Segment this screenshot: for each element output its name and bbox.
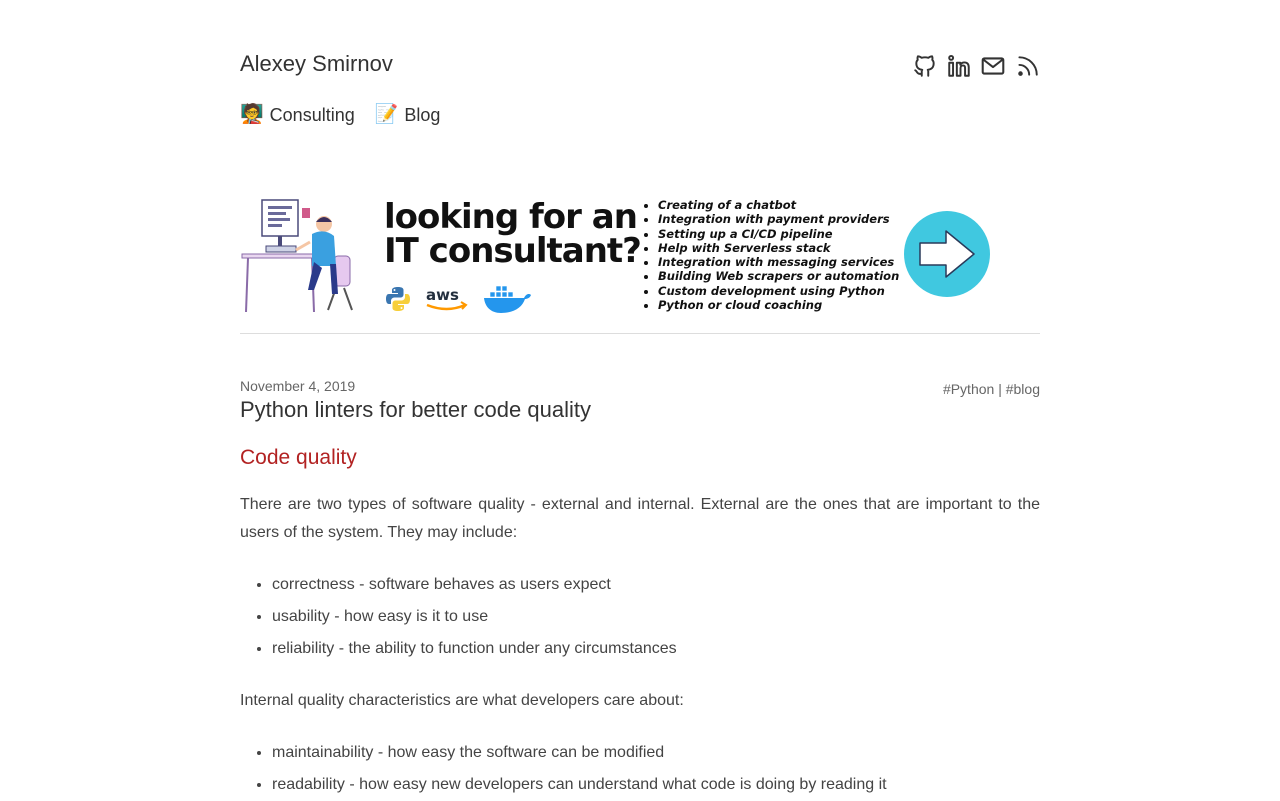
github-link[interactable] [912, 53, 938, 81]
aws-logo-icon: aws [424, 285, 470, 313]
banner-headline-line1: looking for an [384, 197, 638, 237]
banner-services-list: Creating of a chatbot Integration with p… [646, 198, 899, 312]
developer-illustration [240, 192, 365, 317]
aws-logo-text: aws [426, 286, 459, 304]
email-link[interactable] [980, 53, 1006, 81]
site-title[interactable]: Alexey Smirnov [240, 50, 393, 78]
list-item: usability - how easy is it to use [272, 601, 677, 633]
memo-emoji-icon: 📝 [374, 104, 399, 125]
nav-blog-label: Blog [404, 105, 441, 125]
banner-divider [240, 333, 1040, 334]
tech-logos: aws [384, 284, 532, 314]
mail-icon [980, 53, 1006, 79]
banner-headline-line2: IT consultant? [384, 231, 642, 271]
service-item: Integration with messaging services [658, 255, 899, 269]
nav-consulting[interactable]: 🧑‍🏫 Consulting [240, 103, 355, 127]
nav-consulting-label: Consulting [269, 105, 355, 125]
social-links [912, 53, 1040, 81]
internal-quality-list: maintainability - how easy the software … [240, 737, 887, 801]
docker-logo-icon [482, 284, 532, 314]
paragraph-internal: Internal quality characteristics are wha… [240, 692, 684, 709]
banner-arrow-button[interactable] [904, 211, 990, 297]
external-quality-list: correctness - software behaves as users … [240, 569, 677, 665]
service-item: Creating of a chatbot [658, 198, 899, 212]
list-item: maintainability - how easy the software … [272, 737, 887, 769]
section-heading: Code quality [240, 446, 357, 469]
list-item: correctness - software behaves as users … [272, 569, 677, 601]
service-item: Setting up a CI/CD pipeline [658, 227, 899, 241]
paragraph-intro: There are two types of software quality … [240, 496, 1040, 541]
list-item: reliability - the ability to function un… [272, 633, 677, 665]
github-icon [912, 53, 938, 79]
rss-link[interactable] [1014, 53, 1040, 81]
banner-headline: looking for an IT consultant? [384, 197, 642, 271]
tag-blog[interactable]: #blog [1006, 381, 1040, 397]
post-tags: #Python | #blog [943, 381, 1040, 397]
service-item: Python or cloud coaching [658, 298, 899, 312]
main-nav: 🧑‍🏫 Consulting 📝 Blog [240, 103, 440, 127]
teacher-emoji-icon: 🧑‍🏫 [240, 104, 264, 125]
post-title: Python linters for better code quality [240, 397, 591, 422]
consulting-banner[interactable]: looking for an IT consultant? aws • Crea… [240, 188, 1040, 320]
tag-python[interactable]: #Python [943, 381, 994, 397]
service-item: Building Web scrapers or automation [658, 269, 899, 283]
service-item: Help with Serverless stack [658, 241, 899, 255]
tag-separator: | [998, 381, 1002, 397]
nav-blog[interactable]: 📝 Blog [375, 103, 441, 127]
rss-icon [1014, 53, 1040, 79]
python-logo-icon [384, 285, 412, 313]
linkedin-icon [946, 53, 972, 79]
service-item: Integration with payment providers [658, 212, 899, 226]
service-item: Custom development using Python [658, 284, 899, 298]
linkedin-link[interactable] [946, 53, 972, 81]
list-item: readability - how easy new developers ca… [272, 769, 887, 801]
post-date: November 4, 2019 [240, 378, 356, 394]
